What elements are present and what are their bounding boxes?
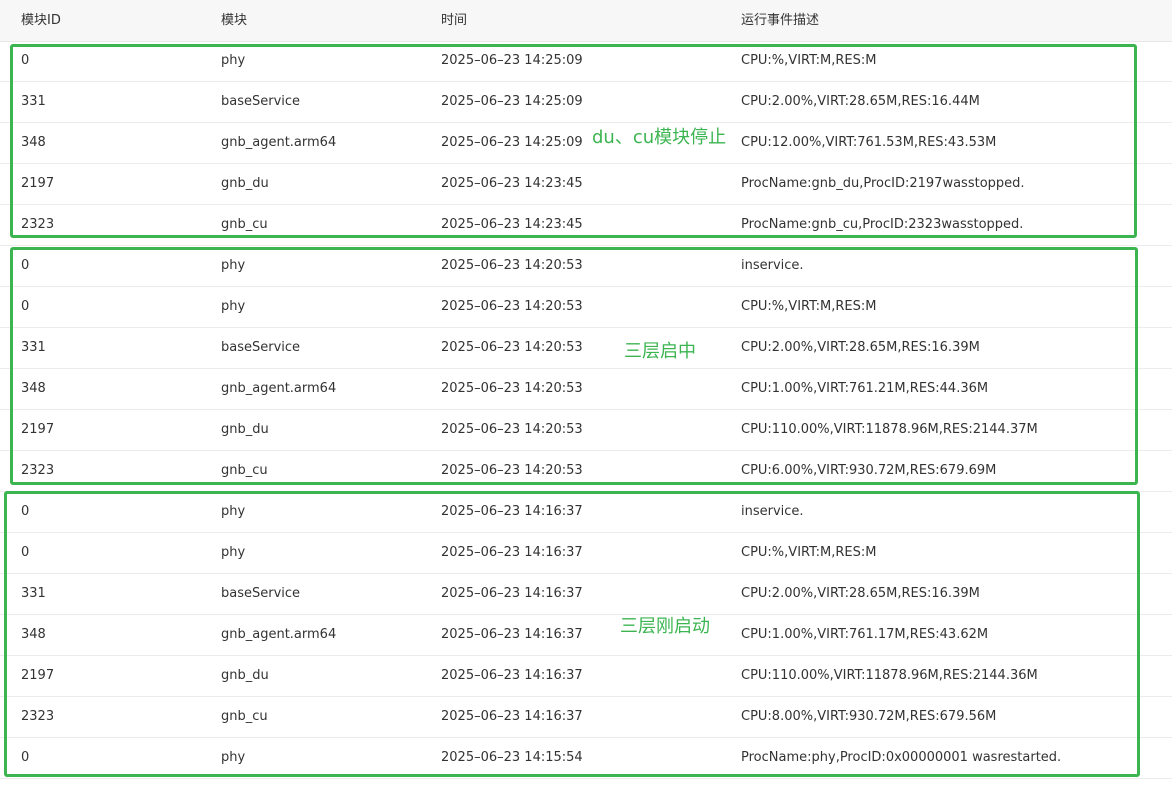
cell-module: gnb_agent.arm64 [221, 135, 337, 150]
cell-module-id: 348 [21, 381, 46, 396]
table-row[interactable]: 2197 gnb_du 2025–06–23 14:23:45 ProcName… [0, 164, 1172, 205]
cell-module-id: 331 [21, 94, 46, 109]
cell-time: 2025–06–23 14:16:37 [441, 627, 583, 642]
cell-time: 2025–06–23 14:20:53 [441, 340, 583, 355]
table-row[interactable]: 2323 gnb_cu 2025–06–23 14:20:53 CPU:6.00… [0, 451, 1172, 492]
cell-module: gnb_du [221, 668, 269, 683]
cell-description: CPU:2.00%,VIRT:28.65M,RES:16.44M [741, 94, 980, 109]
cell-module: gnb_agent.arm64 [221, 627, 337, 642]
cell-time: 2025–06–23 14:20:53 [441, 463, 583, 478]
table-row[interactable]: 2197 gnb_du 2025–06–23 14:16:37 CPU:110.… [0, 656, 1172, 697]
cell-module: phy [221, 53, 246, 68]
cell-time: 2025–06–23 14:16:37 [441, 586, 583, 601]
cell-module: gnb_cu [221, 463, 268, 478]
column-header-description[interactable]: 运行事件描述 [741, 0, 819, 41]
cell-description: ProcName:gnb_du,ProcID:2197wasstopped. [741, 176, 1025, 191]
table-row[interactable]: 331 baseService 2025–06–23 14:16:37 CPU:… [0, 574, 1172, 615]
cell-description: CPU:110.00%,VIRT:11878.96M,RES:2144.36M [741, 668, 1038, 683]
cell-description: CPU:12.00%,VIRT:761.53M,RES:43.53M [741, 135, 997, 150]
table-row[interactable]: 348 gnb_agent.arm64 2025–06–23 14:20:53 … [0, 369, 1172, 410]
cell-description: CPU:110.00%,VIRT:11878.96M,RES:2144.37M [741, 422, 1038, 437]
table-row[interactable]: 0 phy 2025–06–23 14:15:54 ProcName:phy,P… [0, 738, 1172, 779]
table-row[interactable]: 0 phy 2025–06–23 14:25:09 CPU:%,VIRT:M,R… [0, 41, 1172, 82]
cell-description: inservice. [741, 504, 804, 519]
cell-module-id: 0 [21, 53, 30, 68]
annotation-du-cu-stopped: du、cu模块停止 [592, 127, 727, 148]
cell-description: ProcName:phy,ProcID:0x00000001 wasrestar… [741, 750, 1062, 765]
cell-module: gnb_du [221, 176, 269, 191]
cell-module-id: 348 [21, 627, 46, 642]
cell-module-id: 2323 [21, 217, 55, 232]
table-header: 模块ID 模块 时间 运行事件描述 [0, 0, 1172, 42]
cell-module-id: 0 [21, 750, 30, 765]
cell-time: 2025–06–23 14:16:37 [441, 709, 583, 724]
cell-module: baseService [221, 586, 301, 601]
cell-description: ProcName:gnb_cu,ProcID:2323wasstopped. [741, 217, 1024, 232]
cell-module: phy [221, 750, 246, 765]
table-row[interactable]: 2323 gnb_cu 2025–06–23 14:16:37 CPU:8.00… [0, 697, 1172, 738]
cell-module-id: 2323 [21, 463, 55, 478]
annotation-layer3-starting: 三层启中 [624, 341, 696, 362]
table-row[interactable]: 0 phy 2025–06–23 14:16:37 inservice. [0, 492, 1172, 533]
cell-time: 2025–06–23 14:16:37 [441, 668, 583, 683]
table-row[interactable]: 2197 gnb_du 2025–06–23 14:20:53 CPU:110.… [0, 410, 1172, 451]
cell-module: phy [221, 299, 246, 314]
cell-description: CPU:2.00%,VIRT:28.65M,RES:16.39M [741, 586, 980, 601]
cell-module: gnb_agent.arm64 [221, 381, 337, 396]
cell-module: gnb_du [221, 422, 269, 437]
cell-description: CPU:1.00%,VIRT:761.21M,RES:44.36M [741, 381, 989, 396]
cell-description: CPU:%,VIRT:M,RES:M [741, 299, 877, 314]
cell-module-id: 331 [21, 586, 46, 601]
cell-description: CPU:%,VIRT:M,RES:M [741, 545, 877, 560]
column-header-time[interactable]: 时间 [441, 0, 467, 41]
cell-module-id: 0 [21, 504, 30, 519]
table-row[interactable]: 348 gnb_agent.arm64 2025–06–23 14:25:09 … [0, 123, 1172, 164]
cell-time: 2025–06–23 14:20:53 [441, 258, 583, 273]
cell-module-id: 2323 [21, 709, 55, 724]
cell-module: phy [221, 258, 246, 273]
cell-module-id: 2197 [21, 176, 55, 191]
cell-module-id: 348 [21, 135, 46, 150]
cell-module: baseService [221, 94, 301, 109]
cell-time: 2025–06–23 14:25:09 [441, 94, 583, 109]
cell-module-id: 0 [21, 545, 30, 560]
column-header-module-id[interactable]: 模块ID [21, 0, 61, 41]
cell-module: baseService [221, 340, 301, 355]
cell-module-id: 331 [21, 340, 46, 355]
cell-module-id: 2197 [21, 668, 55, 683]
cell-module-id: 2197 [21, 422, 55, 437]
column-header-module[interactable]: 模块 [221, 0, 247, 41]
cell-time: 2025–06–23 14:25:09 [441, 135, 583, 150]
cell-description: CPU:%,VIRT:M,RES:M [741, 53, 877, 68]
cell-module: gnb_cu [221, 709, 268, 724]
cell-time: 2025–06–23 14:20:53 [441, 299, 583, 314]
cell-module-id: 0 [21, 258, 30, 273]
annotation-layer3-just-started: 三层刚启动 [620, 616, 710, 637]
cell-time: 2025–06–23 14:23:45 [441, 176, 583, 191]
cell-time: 2025–06–23 14:16:37 [441, 504, 583, 519]
cell-module: gnb_cu [221, 217, 268, 232]
cell-time: 2025–06–23 14:23:45 [441, 217, 583, 232]
table-row[interactable]: 2323 gnb_cu 2025–06–23 14:23:45 ProcName… [0, 205, 1172, 246]
cell-description: CPU:8.00%,VIRT:930.72M,RES:679.56M [741, 709, 997, 724]
table-row[interactable]: 0 phy 2025–06–23 14:16:37 CPU:%,VIRT:M,R… [0, 533, 1172, 574]
table-row[interactable]: 348 gnb_agent.arm64 2025–06–23 14:16:37 … [0, 615, 1172, 656]
table-row[interactable]: 0 phy 2025–06–23 14:20:53 CPU:%,VIRT:M,R… [0, 287, 1172, 328]
cell-time: 2025–06–23 14:15:54 [441, 750, 583, 765]
cell-description: CPU:1.00%,VIRT:761.17M,RES:43.62M [741, 627, 989, 642]
cell-module: phy [221, 504, 246, 519]
cell-description: CPU:6.00%,VIRT:930.72M,RES:679.69M [741, 463, 997, 478]
cell-module: phy [221, 545, 246, 560]
cell-time: 2025–06–23 14:25:09 [441, 53, 583, 68]
cell-description: inservice. [741, 258, 804, 273]
cell-description: CPU:2.00%,VIRT:28.65M,RES:16.39M [741, 340, 980, 355]
table-row[interactable]: 331 baseService 2025–06–23 14:25:09 CPU:… [0, 82, 1172, 123]
cell-time: 2025–06–23 14:20:53 [441, 381, 583, 396]
table-row[interactable]: 0 phy 2025–06–23 14:20:53 inservice. [0, 246, 1172, 287]
cell-time: 2025–06–23 14:16:37 [441, 545, 583, 560]
table-row[interactable]: 331 baseService 2025–06–23 14:20:53 CPU:… [0, 328, 1172, 369]
cell-time: 2025–06–23 14:20:53 [441, 422, 583, 437]
cell-module-id: 0 [21, 299, 30, 314]
